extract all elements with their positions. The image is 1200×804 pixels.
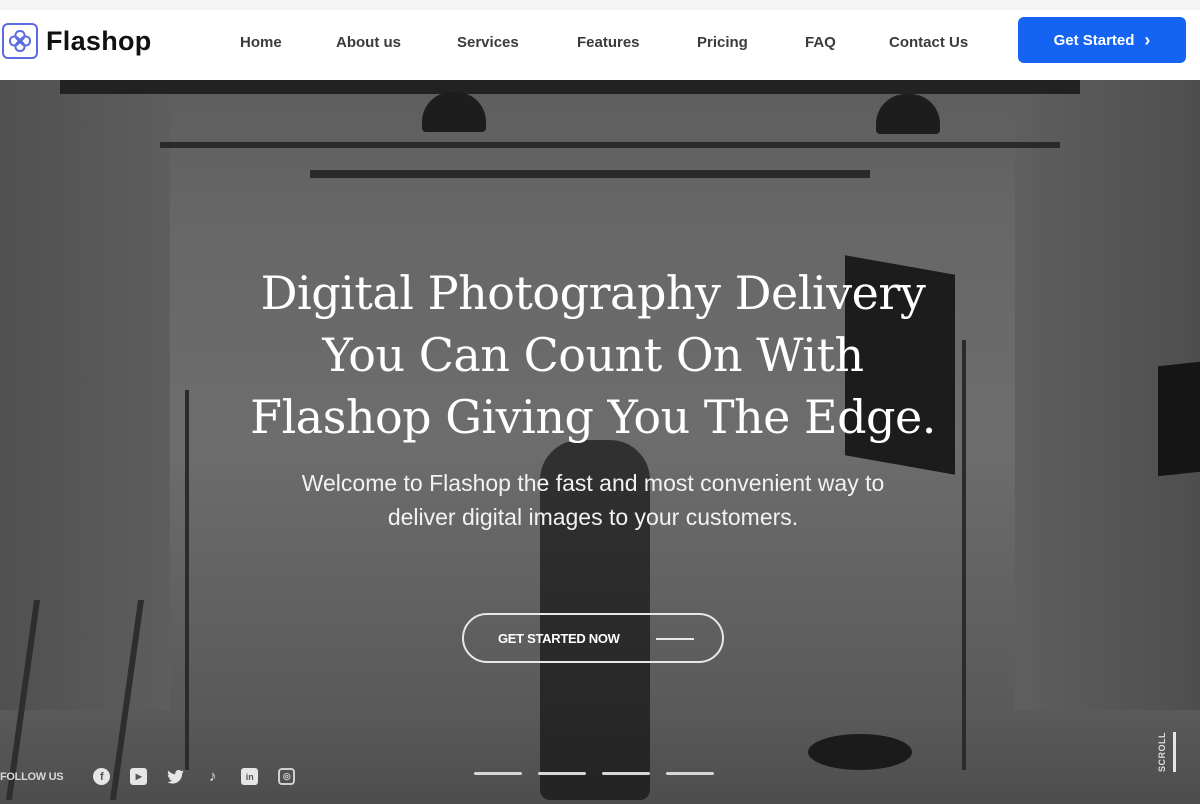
scroll-label: SCROLL [1157,732,1167,772]
slide-indicator-1[interactable] [474,772,522,775]
arrow-line-icon [656,638,694,640]
scroll-bar [1173,732,1176,772]
hero-headline: Digital Photography Delivery You Can Cou… [0,262,1186,448]
nav-services[interactable]: Services [457,34,519,51]
stool [808,734,912,770]
get-started-now-label: GET STARTED NOW [498,630,620,646]
ceiling-rail [310,170,870,178]
subtitle-line: deliver digital images to your customers… [387,504,799,530]
get-started-label: Get Started [1053,31,1135,49]
chevron-right-icon: › [1144,29,1151,50]
slide-indicator-2[interactable] [538,772,586,775]
linkedin-icon[interactable]: in [241,768,259,785]
brand-logo[interactable]: Flashop [2,23,152,59]
get-started-now-button[interactable]: GET STARTED NOW [462,613,724,663]
flower-swirl-logo-icon [2,23,38,59]
nav-pricing[interactable]: Pricing [697,34,748,51]
nav-features[interactable]: Features [577,34,640,51]
instagram-icon[interactable]: ◎ [278,768,296,785]
headline-line: Digital Photography Delivery [260,266,926,320]
ceiling-rail [160,142,1060,148]
hero-background-ceiling [60,80,1080,94]
facebook-icon[interactable]: f [93,768,111,785]
studio-lamp [422,92,486,132]
slide-indicators [474,772,714,775]
scroll-indicator[interactable]: SCROLL [1157,732,1176,772]
studio-lamp [876,94,940,134]
hero-section: Digital Photography Delivery You Can Cou… [0,80,1200,804]
subtitle-line: Welcome to Flashop the fast and most con… [301,470,885,496]
tiktok-icon[interactable]: ♪ [204,768,221,785]
nav-faq[interactable]: FAQ [805,34,836,51]
nav-home[interactable]: Home [240,34,282,51]
headline-line: Flashop Giving You The Edge. [250,390,936,444]
get-started-button[interactable]: Get Started › [1018,17,1186,63]
brand-name: Flashop [46,25,152,56]
nav-contact-us[interactable]: Contact Us [889,34,968,51]
slide-indicator-3[interactable] [602,772,650,775]
hero-subtitle: Welcome to Flashop the fast and most con… [0,466,1186,534]
follow-us-bar: FOLLOW US f ▶ ♪ in ◎ [0,768,315,785]
slide-indicator-4[interactable] [666,772,714,775]
site-header: Flashop Home About us Services Features … [0,10,1200,80]
follow-us-label: FOLLOW US [0,770,64,783]
twitter-icon[interactable] [167,768,185,785]
headline-line: You Can Count On With [322,328,864,382]
nav-about-us[interactable]: About us [336,34,401,51]
youtube-icon[interactable]: ▶ [130,768,148,785]
